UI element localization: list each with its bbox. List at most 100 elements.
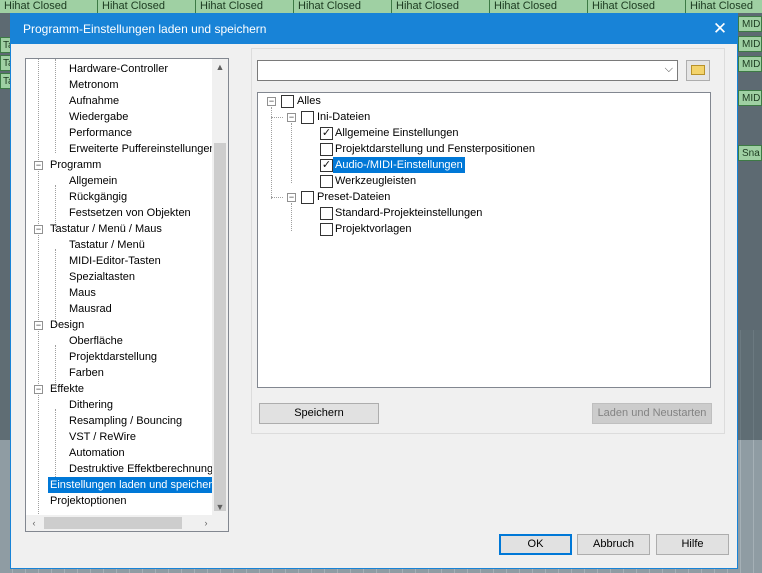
settings-checklist-tree[interactable]: − Alles − Ini-Dateien ✓ Allgemeine Einst…	[257, 92, 711, 388]
checkbox-projektvorlagen[interactable]	[320, 223, 333, 236]
folder-icon	[691, 65, 705, 75]
checkbox-audio-midi-einstellungen[interactable]: ✓	[320, 159, 333, 172]
background-track-label: MID	[738, 90, 762, 106]
cancel-button[interactable]: Abbruch	[577, 534, 650, 555]
tree-guide-line	[55, 249, 56, 327]
checkbox-werkzeugleisten[interactable]	[320, 175, 333, 188]
background-track-label: Sna	[738, 145, 762, 161]
checklist-label-preset-dateien[interactable]: Preset-Dateien	[317, 189, 390, 205]
scroll-down-icon[interactable]: ▼	[212, 499, 228, 515]
tree-item-hardware-controller[interactable]: Hardware-Controller	[69, 61, 168, 77]
help-button[interactable]: Hilfe	[656, 534, 729, 555]
checklist-label-allgemeine-einstellungen[interactable]: Allgemeine Einstellungen	[335, 125, 459, 141]
expand-toggle-ini-dateien[interactable]: −	[287, 113, 296, 122]
background-clip: Hihat Closed	[490, 0, 588, 13]
title-bar[interactable]: Programm-Einstellungen laden und speiche…	[11, 14, 737, 44]
background-clip: Hihat Closed	[294, 0, 392, 13]
checklist-guide-line	[271, 197, 283, 198]
dialog-title: Programm-Einstellungen laden und speiche…	[23, 22, 267, 36]
checklist-label-projektdarstellung-und-fensterpositionen[interactable]: Projektdarstellung und Fensterpositionen	[335, 141, 535, 157]
tree-item-performance[interactable]: Performance	[69, 125, 132, 141]
tree-item-vst-rewire[interactable]: VST / ReWire	[69, 429, 136, 445]
checkbox-ini-dateien[interactable]	[301, 111, 314, 124]
chevron-down-icon[interactable]: ⌵	[665, 63, 673, 76]
background-track-label: MID	[738, 56, 762, 72]
scroll-left-icon[interactable]: ‹	[26, 515, 42, 531]
expand-toggle-tastatur-menue-maus[interactable]: −	[34, 225, 43, 234]
scroll-up-icon[interactable]: ▲	[212, 59, 228, 75]
expand-toggle-preset-dateien[interactable]: −	[287, 193, 296, 202]
checklist-label-werkzeugleisten[interactable]: Werkzeugleisten	[335, 173, 416, 189]
tree-item-dithering[interactable]: Dithering	[69, 397, 113, 413]
background-clip: Hihat Closed	[196, 0, 294, 13]
checklist-label-projektvorlagen[interactable]: Projektvorlagen	[335, 221, 411, 237]
checkbox-allgemeine-einstellungen[interactable]: ✓	[320, 127, 333, 140]
settings-dialog: Programm-Einstellungen laden und speiche…	[10, 13, 738, 569]
tree-item-festsetzen-von-objekten[interactable]: Festsetzen von Objekten	[69, 205, 191, 221]
tree-item-rueckgaengig[interactable]: Rückgängig	[69, 189, 127, 205]
browse-folder-button[interactable]	[686, 60, 710, 81]
check-icon: ✓	[321, 159, 332, 171]
tree-vertical-scroll-thumb[interactable]	[214, 143, 226, 511]
background-clip: Hihat Closed	[98, 0, 196, 13]
tree-guide-line	[55, 59, 56, 153]
tree-item-aufnahme[interactable]: Aufnahme	[69, 93, 119, 109]
expand-toggle-design[interactable]: −	[34, 321, 43, 330]
tree-item-projektoptionen[interactable]: Projektoptionen	[50, 493, 126, 509]
background-clip: Hihat Closed	[392, 0, 490, 13]
tree-vertical-scrollbar[interactable]: ▲ ▼	[212, 59, 228, 515]
load-and-restart-button[interactable]: Laden und Neustarten	[592, 403, 712, 424]
tree-item-tastatur-menue[interactable]: Tastatur / Menü	[69, 237, 145, 253]
tree-item-design[interactable]: Design	[50, 317, 84, 333]
tree-horizontal-scrollbar[interactable]: ‹ ›	[26, 515, 214, 531]
tree-item-projektdarstellung[interactable]: Projektdarstellung	[69, 349, 157, 365]
checklist-label-ini-dateien[interactable]: Ini-Dateien	[317, 109, 370, 125]
checklist-guide-line	[271, 117, 283, 118]
tree-item-maus[interactable]: Maus	[69, 285, 96, 301]
checkbox-projektdarstellung-und-fensterpositionen[interactable]	[320, 143, 333, 156]
close-button[interactable]: ✕	[703, 14, 737, 44]
checkbox-preset-dateien[interactable]	[301, 191, 314, 204]
tree-item-automation[interactable]: Automation	[69, 445, 125, 461]
checklist-label-audio-midi-einstellungen[interactable]: Audio-/MIDI-Einstellungen	[333, 157, 465, 173]
expand-toggle-effekte[interactable]: −	[34, 385, 43, 394]
tree-item-tastatur-menue-maus[interactable]: Tastatur / Menü / Maus	[50, 221, 162, 237]
save-button[interactable]: Speichern	[259, 403, 379, 424]
expand-toggle-alles[interactable]: −	[267, 97, 276, 106]
ok-button[interactable]: OK	[499, 534, 572, 555]
tree-item-mausrad[interactable]: Mausrad	[69, 301, 112, 317]
tree-item-destruktive-effektberechnung[interactable]: Destruktive Effektberechnung	[69, 461, 213, 477]
tree-item-programm[interactable]: Programm	[50, 157, 101, 173]
checkbox-alles[interactable]	[281, 95, 294, 108]
tree-item-einstellungen-laden-und-speichern[interactable]: Einstellungen laden und speichern	[48, 477, 214, 493]
checkbox-standard-projekteinstellungen[interactable]	[320, 207, 333, 220]
tree-item-oberflaeche[interactable]: Oberfläche	[69, 333, 123, 349]
file-path-combobox[interactable]: ⌵	[257, 60, 678, 81]
tree-item-midi-editor-tasten[interactable]: MIDI-Editor-Tasten	[69, 253, 161, 269]
check-icon: ✓	[321, 127, 332, 139]
background-track-label: MID	[738, 16, 762, 32]
tree-item-wiedergabe[interactable]: Wiedergabe	[69, 109, 128, 125]
category-tree-list: Hardware-Controller Metronom Aufnahme Wi…	[26, 59, 214, 515]
checklist-label-alles[interactable]: Alles	[297, 93, 321, 109]
tree-item-metronom[interactable]: Metronom	[69, 77, 119, 93]
tree-item-resampling-bouncing[interactable]: Resampling / Bouncing	[69, 413, 182, 429]
background-track-label: MID	[738, 36, 762, 52]
background-clip-strip: Hihat Closed Hihat Closed Hihat Closed H…	[0, 0, 762, 13]
tree-item-spezialtasten[interactable]: Spezialtasten	[69, 269, 135, 285]
category-tree[interactable]: Hardware-Controller Metronom Aufnahme Wi…	[25, 58, 229, 532]
expand-toggle-programm[interactable]: −	[34, 161, 43, 170]
scrollbar-corner	[212, 515, 228, 531]
tree-item-allgemein[interactable]: Allgemein	[69, 173, 117, 189]
tree-item-effekte[interactable]: Effekte	[50, 381, 84, 397]
checklist-label-standard-projekteinstellungen[interactable]: Standard-Projekteinstellungen	[335, 205, 482, 221]
checklist-guide-line	[271, 107, 272, 199]
background-clip: Hihat Closed	[686, 0, 762, 13]
tree-item-farben[interactable]: Farben	[69, 365, 104, 381]
background-clip: Hihat Closed	[588, 0, 686, 13]
tree-item-erweiterte-puffereinstellungen[interactable]: Erweiterte Puffereinstellungen	[69, 141, 214, 157]
close-icon: ✕	[712, 19, 728, 38]
tree-horizontal-scroll-thumb[interactable]	[44, 517, 182, 529]
tree-guide-line	[55, 409, 56, 487]
background-clip: Hihat Closed	[0, 0, 98, 13]
